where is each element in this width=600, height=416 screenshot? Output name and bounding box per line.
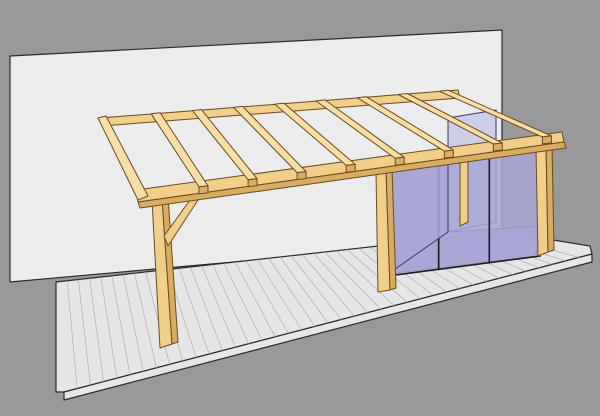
rafter-end [345, 163, 356, 173]
rafter-end [198, 185, 209, 195]
rafter-end [443, 149, 454, 159]
post-right-side [545, 143, 555, 253]
rafter-end [247, 178, 258, 188]
rafter-end [541, 135, 552, 145]
rafter-end [492, 142, 503, 152]
pergola-3d-diagram [9, 29, 593, 401]
rafter-end [296, 171, 307, 181]
rafter-end [394, 156, 405, 166]
door-glass-panel [488, 149, 541, 264]
